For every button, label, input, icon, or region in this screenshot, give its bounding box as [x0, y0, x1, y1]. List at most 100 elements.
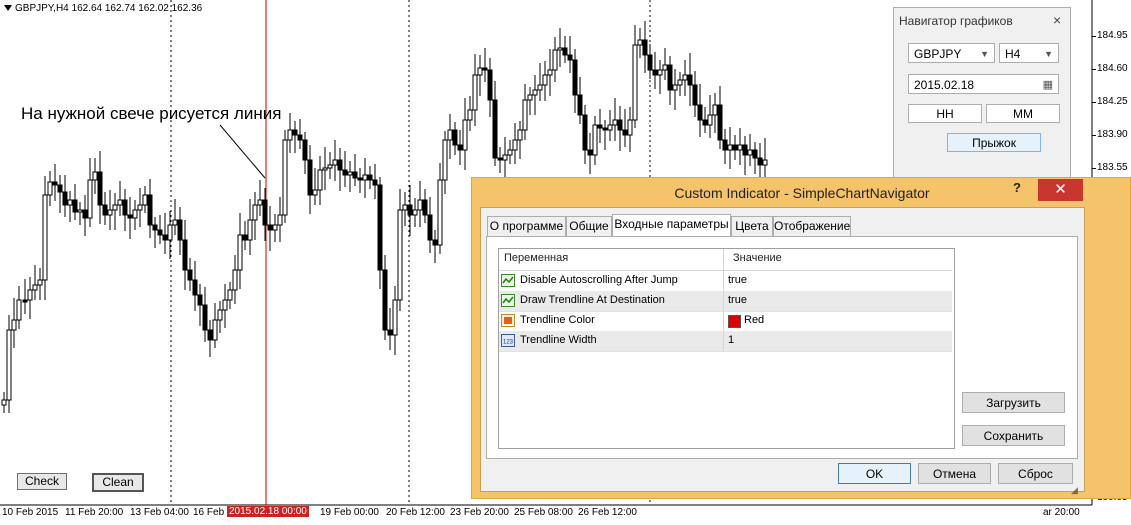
bull-candle — [87, 179, 93, 219]
bull-candle — [592, 124, 598, 156]
bear-candle — [567, 54, 573, 61]
bull-candle — [172, 219, 178, 226]
time-tick-label: 16 Feb — [193, 507, 225, 518]
save-button[interactable]: Сохранить — [962, 425, 1065, 446]
bear-candle — [432, 239, 438, 246]
bear-candle — [647, 54, 653, 71]
bear-candle — [482, 67, 488, 71]
mm-button[interactable]: MM — [986, 104, 1060, 123]
bull-candle — [467, 109, 473, 121]
timeframe-select[interactable]: H4 ▼ — [999, 43, 1059, 63]
column-divider — [723, 291, 724, 311]
reset-button[interactable]: Сброс — [998, 463, 1073, 484]
tab-about[interactable]: О программе — [487, 216, 566, 236]
time-tick-label: 10 Feb 2015 — [2, 507, 59, 518]
bull-candle — [142, 194, 148, 206]
date-picker[interactable]: 2015.02.18 ▦ — [908, 74, 1059, 94]
param-value[interactable]: Red — [744, 311, 764, 330]
bear-candle — [342, 169, 348, 176]
tab-colors[interactable]: Цвета — [731, 216, 773, 236]
bear-candle — [72, 199, 78, 213]
bull-candle — [527, 94, 533, 101]
bull-candle — [517, 129, 523, 141]
param-value[interactable]: true — [728, 271, 747, 290]
param-row[interactable]: Draw Trendline At Destination true — [499, 291, 952, 312]
bull-candle — [507, 149, 513, 156]
bull-candle — [557, 47, 563, 51]
bear-candle — [452, 129, 458, 146]
bull-candle — [347, 171, 353, 176]
bear-candle — [162, 234, 168, 241]
cancel-button[interactable]: Отмена — [918, 463, 991, 484]
price-tick-label: 183.55 — [1097, 162, 1128, 173]
bull-candle — [282, 139, 288, 216]
calendar-icon[interactable]: ▦ — [1043, 75, 1053, 95]
bull-candle — [252, 204, 258, 221]
param-row[interactable]: 123 Trendline Width 1 — [499, 331, 952, 352]
bear-candle — [427, 214, 433, 241]
bear-candle — [262, 199, 268, 226]
bull-candle — [322, 167, 328, 171]
bear-candle — [337, 159, 343, 171]
chevron-down-icon: ▼ — [1044, 49, 1053, 59]
int-icon: 123 — [501, 334, 515, 347]
bull-candle — [362, 174, 368, 181]
bear-candle — [622, 129, 628, 136]
resize-grip-icon[interactable]: ◢ — [1071, 485, 1078, 496]
bear-candle — [422, 199, 428, 216]
bull-candle — [747, 149, 753, 156]
param-row[interactable]: Disable Autoscrolling After Jump true — [499, 271, 952, 292]
bear-candle — [457, 144, 463, 151]
bear-candle — [82, 209, 88, 219]
bull-candle — [612, 119, 618, 126]
bull-candle — [132, 209, 138, 219]
price-tick — [1092, 135, 1096, 136]
header-column-divider — [723, 249, 724, 270]
bear-candle — [642, 39, 648, 56]
bull-candle — [112, 204, 118, 211]
jump-button[interactable]: Прыжок — [947, 133, 1041, 152]
bull-candle — [472, 74, 478, 111]
param-row[interactable]: Trendline Color Red — [499, 311, 952, 332]
bull-candle — [547, 69, 553, 76]
param-name: Disable Autoscrolling After Jump — [520, 274, 678, 286]
price-tick — [1092, 69, 1096, 70]
price-tick — [1092, 168, 1096, 169]
help-icon[interactable]: ? — [1013, 180, 1021, 195]
bear-candle — [407, 204, 413, 216]
clean-button[interactable]: Clean — [92, 473, 144, 492]
bear-candle — [602, 127, 608, 131]
bull-candle — [11, 319, 17, 331]
param-value[interactable]: 1 — [728, 331, 734, 350]
param-value[interactable]: true — [728, 291, 747, 310]
tab-common[interactable]: Общие — [566, 216, 612, 236]
bull-candle — [762, 159, 768, 166]
load-button[interactable]: Загрузить — [962, 392, 1065, 413]
navigator-close-icon[interactable]: × — [1053, 12, 1061, 28]
bull-candle — [512, 139, 518, 151]
tab-visualization[interactable]: Отображение — [773, 216, 851, 236]
bull-candle — [682, 74, 688, 81]
bear-candle — [667, 64, 673, 91]
close-icon[interactable]: ✕ — [1038, 179, 1083, 201]
hh-button[interactable]: HH — [908, 104, 982, 123]
ok-button[interactable]: OK — [838, 463, 911, 484]
bull-candle — [107, 209, 113, 216]
bear-candle — [692, 84, 698, 106]
time-tick-label: 25 Feb 08:00 — [514, 507, 573, 518]
bull-candle — [532, 89, 538, 96]
price-tick-label: 183.90 — [1097, 129, 1128, 140]
navigator-title: Навигатор графиков — [899, 14, 1013, 28]
bear-candle — [367, 174, 373, 181]
header-icon — [4, 5, 12, 11]
symbol-select[interactable]: GBPJPY ▼ — [908, 43, 995, 63]
check-button[interactable]: Check — [17, 473, 67, 490]
bear-candle — [187, 269, 193, 281]
tab-inputs[interactable]: Входные параметры — [612, 214, 731, 237]
bull-candle — [442, 139, 448, 181]
bear-candle — [617, 119, 623, 131]
bull-candle — [1, 399, 7, 406]
dialog-title: Custom Indicator - SimpleChartNavigator — [674, 185, 930, 201]
bear-candle — [307, 159, 313, 196]
annotation-text: На нужной свече рисуется линия — [21, 104, 282, 123]
